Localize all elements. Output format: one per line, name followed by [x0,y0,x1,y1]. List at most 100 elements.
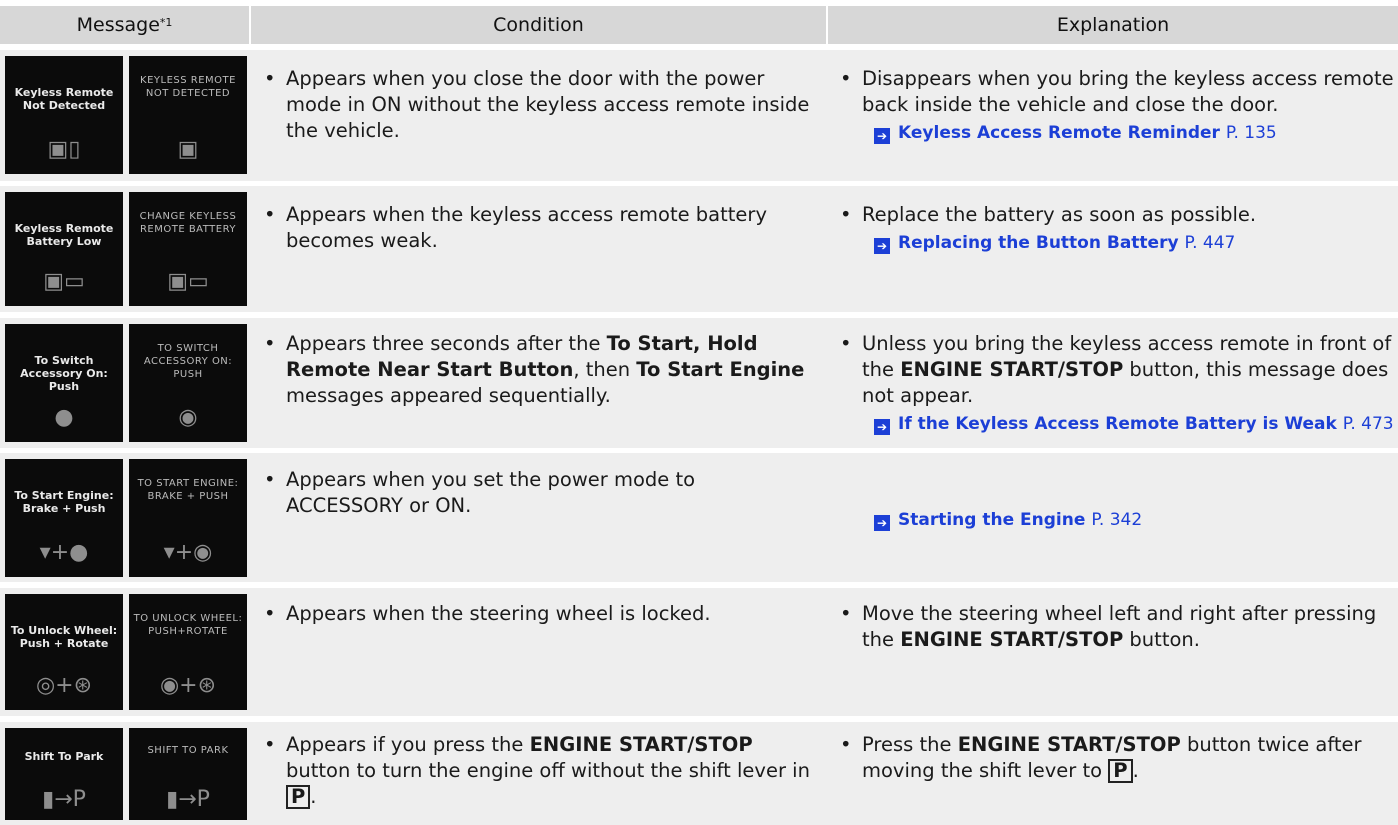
reference-arrow-icon: ➔ [874,419,890,435]
reference-title: Keyless Access Remote Reminder [898,123,1220,143]
steering-wheel-icon: ◉+⊛ [159,673,217,698]
display-thumbnail-right: TO START ENGINE: BRAKE + PUSH ▾+◉ [129,459,247,577]
header-message: Message *1 [0,6,249,44]
explanation-cell: • Press the ENGINE START/STOP button twi… [840,732,1396,825]
reference-page: P. 447 [1184,233,1236,253]
text-run: Appears if you press the [286,733,530,756]
display-text: TO UNLOCK WHEEL: PUSH+ROTATE [133,613,243,637]
condition-text: Appears when you close the door with the… [286,67,810,142]
battery-icon: ▣▭ [43,269,85,294]
display-thumbnail-right: CHANGE KEYLESS REMOTE BATTERY ▣▭ [129,192,247,306]
explanation-text: Press the ENGINE START/STOP button twice… [840,732,1396,784]
display-text: Shift To Park [24,750,104,763]
steering-wheel-icon: ◎+⊛ [35,673,93,698]
bullet: • [840,332,852,355]
text-run: button. [1123,628,1200,651]
explanation-cell: • Move the steering wheel left and right… [840,601,1396,716]
button-name: ENGINE START/STOP [900,628,1124,651]
start-button-icon: ◉ [178,405,198,430]
explanation-text: Move the steering wheel left and right a… [840,601,1396,653]
bullet: • [840,203,852,226]
explanation-text: Replace the battery as soon as possible. [862,203,1257,226]
explanation-cell: • Disappears when you bring the keyless … [840,66,1396,181]
condition-text: Appears when the keyless access remote b… [286,203,767,252]
display-text: SHIFT TO PARK [147,745,229,756]
explanation-cell: • Replace the battery as soon as possibl… [840,202,1396,312]
header-explanation-label: Explanation [1056,14,1170,36]
display-text: To Unlock Wheel: Push + Rotate [10,624,118,650]
brake-start-icon: ▾+◉ [163,540,213,565]
text-run: , then [573,358,637,381]
reference-page: P. 135 [1225,123,1277,143]
table-row: Keyless Remote Battery Low ▣▭ CHANGE KEY… [0,186,1398,312]
bullet: • [840,733,852,756]
table-row: To Start Engine: Brake + Push ▾+● TO STA… [0,453,1398,582]
page-reference[interactable]: ➔ If the Keyless Access Remote Battery is… [840,411,1398,437]
bullet: • [264,602,276,625]
explanation-cell: ➔ Starting the Engine P. 342 [840,507,1396,582]
table-row: Keyless Remote Not Detected ▣▯ KEYLESS R… [0,50,1398,181]
condition-text: Appears when the steering wheel is locke… [286,602,711,625]
display-text: Keyless Remote Not Detected [14,86,114,112]
table-row: To Switch Accessory On: Push ● TO SWITCH… [0,318,1398,448]
display-text: To Start Engine: Brake + Push [14,489,114,515]
explanation-text: Disappears when you bring the keyless ac… [862,67,1394,116]
text-run: Press the [862,733,958,756]
explanation-cell: • Unless you bring the keyless access re… [840,331,1398,448]
display-thumbnail-right: TO UNLOCK WHEEL: PUSH+ROTATE ◉+⊛ [129,594,247,710]
display-thumbnail-left: Keyless Remote Not Detected ▣▯ [5,56,123,174]
header-explanation: Explanation [828,6,1398,44]
reference-arrow-icon: ➔ [874,238,890,254]
reference-page: P. 342 [1091,510,1143,530]
display-text: TO START ENGINE: BRAKE + PUSH [137,478,239,502]
condition-text: Appears if you press the ENGINE START/ST… [264,732,816,810]
condition-cell: • Appears when you close the door with t… [264,66,816,181]
page-reference[interactable]: ➔ Keyless Access Remote Reminder P. 135 [840,120,1396,146]
table-row: To Unlock Wheel: Push + Rotate ◎+⊛ TO UN… [0,588,1398,716]
reference-arrow-icon: ➔ [874,515,890,531]
footnote-marker: *1 [159,15,173,29]
bullet: • [264,733,276,756]
bullet: • [264,67,276,90]
shift-park-icon: ▮→P [166,787,210,812]
explanation-text: Unless you bring the keyless access remo… [840,331,1398,409]
page-reference[interactable]: ➔ Starting the Engine P. 342 [840,507,1396,533]
display-thumbnail-left: To Unlock Wheel: Push + Rotate ◎+⊛ [5,594,123,710]
text-run: . [310,785,317,808]
condition-cell: • Appears when the steering wheel is loc… [264,601,816,716]
condition-cell: • Appears if you press the ENGINE START/… [264,732,816,825]
display-text: KEYLESS REMOTE NOT DETECTED [140,75,236,99]
park-position-box: P [286,785,311,809]
display-thumbnail-left: Keyless Remote Battery Low ▣▭ [5,192,123,306]
header-condition-label: Condition [493,14,584,36]
reference-page: P. 473 [1342,414,1394,434]
display-thumbnail-left: Shift To Park ▮→P [5,728,123,820]
bullet: • [264,468,276,491]
reference-title: If the Keyless Access Remote Battery is … [898,414,1337,434]
key-fob-icon: ▣ [177,137,199,162]
battery-icon: ▣▭ [167,269,209,294]
display-text: To Switch Accessory On: Push [20,354,108,393]
display-thumbnail-right: SHIFT TO PARK ▮→P [129,728,247,820]
text-run: button to turn the engine off without th… [286,759,810,782]
reference-title: Replacing the Button Battery [898,233,1179,253]
condition-cell: • Appears when the keyless access remote… [264,202,816,312]
message-name: To Start Engine [636,358,805,381]
display-text: TO SWITCH ACCESSORY ON: PUSH [143,343,233,380]
condition-cell: • Appears three seconds after the To Sta… [264,331,816,448]
text-run: messages appeared sequentially. [286,384,611,407]
condition-text: Appears when you set the power mode to A… [286,468,696,517]
text-run: Appears three seconds after the [286,332,607,355]
button-name: ENGINE START/STOP [900,358,1124,381]
condition-cell: • Appears when you set the power mode to… [264,467,816,582]
display-text: Keyless Remote Battery Low [14,222,114,248]
shift-park-icon: ▮→P [42,787,86,812]
display-thumbnail-right: KEYLESS REMOTE NOT DETECTED ▣ [129,56,247,174]
page-reference[interactable]: ➔ Replacing the Button Battery P. 447 [840,230,1396,256]
header-condition: Condition [251,6,826,44]
bullet: • [840,67,852,90]
bullet: • [264,203,276,226]
reference-title: Starting the Engine [898,510,1086,530]
display-thumbnail-right: TO SWITCH ACCESSORY ON: PUSH ◉ [129,324,247,442]
display-thumbnail-left: To Start Engine: Brake + Push ▾+● [5,459,123,577]
